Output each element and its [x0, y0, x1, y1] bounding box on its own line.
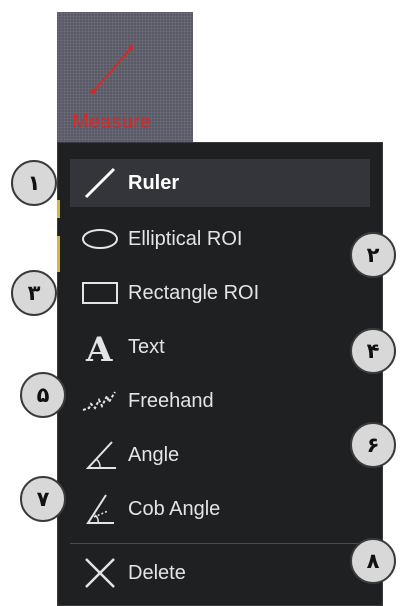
menu-item-freehand[interactable]: Freehand — [70, 377, 370, 425]
menu-item-label: Freehand — [128, 389, 214, 412]
menu-item-label: Elliptical ROI — [128, 227, 243, 250]
ellipse-icon — [80, 219, 120, 259]
menu-item-label: Text — [128, 335, 165, 358]
menu-divider — [70, 543, 370, 544]
callout-2: ٢ — [350, 232, 396, 278]
text-icon: A — [80, 327, 120, 367]
ruler-line-icon — [90, 45, 134, 95]
ruler-icon — [80, 163, 120, 203]
callout-5: ۵ — [20, 372, 66, 418]
cob-angle-icon — [80, 489, 120, 529]
callout-1: ١ — [11, 160, 57, 206]
menu-item-angle[interactable]: Angle — [70, 431, 370, 479]
callout-6: ۶ — [350, 422, 396, 468]
menu-item-cob-angle[interactable]: Cob Angle — [70, 485, 370, 533]
menu-item-label: Ruler — [128, 171, 180, 194]
measure-dropdown-menu: Ruler Elliptical ROI Rectangle ROI A Tex… — [57, 142, 383, 606]
callout-4: ۴ — [350, 328, 396, 374]
menu-item-label: Rectangle ROI — [128, 281, 260, 304]
delete-x-icon — [80, 553, 120, 593]
callout-7: ٧ — [20, 476, 66, 522]
freehand-icon — [80, 381, 120, 421]
menu-item-label: Delete — [128, 561, 186, 584]
callout-3: ٣ — [11, 270, 57, 316]
accent-tick — [57, 236, 60, 272]
measure-tool-button[interactable]: Measure — [57, 12, 193, 142]
menu-item-text[interactable]: A Text — [70, 323, 370, 371]
svg-text:A: A — [85, 330, 113, 365]
measure-label: Measure — [72, 111, 152, 133]
angle-icon — [80, 435, 120, 475]
menu-item-label: Angle — [128, 443, 180, 466]
menu-item-elliptical-roi[interactable]: Elliptical ROI — [70, 215, 370, 263]
menu-item-delete[interactable]: Delete — [70, 549, 370, 597]
accent-tick — [57, 200, 60, 218]
menu-item-ruler[interactable]: Ruler — [70, 159, 370, 207]
menu-item-label: Cob Angle — [128, 497, 221, 520]
rectangle-icon — [80, 273, 120, 313]
menu-item-rectangle-roi[interactable]: Rectangle ROI — [70, 269, 370, 317]
callout-8: ٨ — [350, 538, 396, 584]
